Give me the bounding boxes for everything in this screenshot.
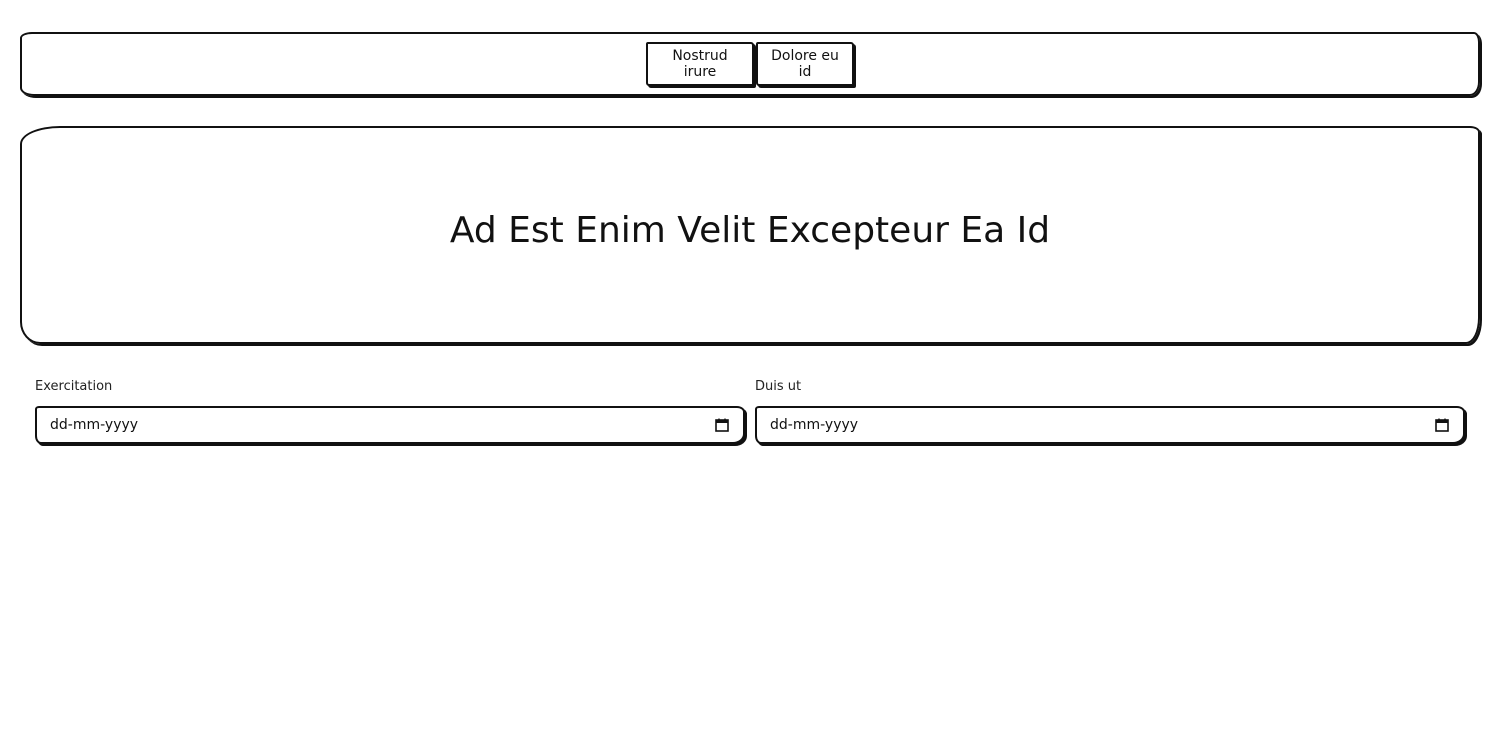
calendar-icon[interactable] [1435, 418, 1449, 432]
nav-button-group: Nostrud irure Dolore eu id [646, 42, 854, 86]
hero-panel: Ad Est Enim Velit Excepteur Ea Id [20, 126, 1480, 344]
nav-button-dolore-eu-id[interactable]: Dolore eu id [756, 42, 854, 86]
exercitation-field: Exercitation dd-mm-yyyy [35, 376, 745, 444]
nav-button-nostrud-irure[interactable]: Nostrud irure [646, 42, 754, 86]
duis-ut-date-input[interactable]: dd-mm-yyyy [755, 406, 1465, 444]
calendar-icon[interactable] [715, 418, 729, 432]
hero-title: Ad Est Enim Velit Excepteur Ea Id [449, 209, 1051, 251]
exercitation-date-input[interactable]: dd-mm-yyyy [35, 406, 745, 444]
exercitation-label: Exercitation [35, 379, 113, 394]
duis-ut-field: Duis ut dd-mm-yyyy [755, 376, 1465, 444]
exercitation-date-placeholder: dd-mm-yyyy [50, 417, 139, 433]
duis-ut-date-placeholder: dd-mm-yyyy [770, 417, 859, 433]
duis-ut-label: Duis ut [755, 379, 802, 394]
